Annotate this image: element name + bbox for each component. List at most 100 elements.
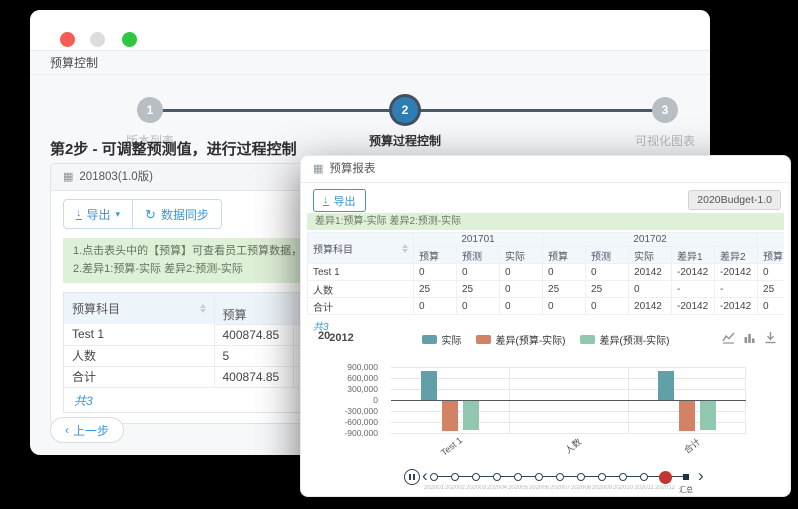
cell-value: -20142 (715, 264, 758, 281)
cell-value: 25 (457, 281, 500, 298)
version-panel-title: 201803(1.0版) (79, 171, 153, 183)
zoom-button[interactable] (122, 32, 137, 47)
pause-button[interactable] (404, 469, 420, 485)
chevron-down-icon: ▾ (116, 209, 121, 220)
y-tick: -900,000 (301, 428, 378, 438)
timeline-point[interactable] (556, 473, 564, 481)
gridline (391, 367, 746, 368)
previous-step-label: 上一步 (73, 422, 109, 439)
cell-value: 400874.85 (214, 366, 293, 387)
chart-bar (700, 401, 716, 430)
cell-value: 0 (457, 264, 500, 281)
timeline-point[interactable] (577, 473, 585, 481)
cell-value: 0 (543, 298, 586, 315)
column-header[interactable]: 预算 (543, 247, 586, 264)
report-header: ▦ 预算报表 (301, 156, 790, 183)
cell-value: 0 (414, 298, 457, 315)
timeline-point[interactable] (619, 473, 627, 481)
timeline-point[interactable] (514, 473, 522, 481)
cell-value: 25 (758, 281, 784, 298)
table-row: 合计 0 0 0 0 0 20142 -20142 -20142 0 (308, 298, 785, 315)
report-title: 预算报表 (329, 163, 375, 175)
version-badge[interactable]: 2020Budget-1.0 (688, 190, 781, 210)
download-icon: ↓ (323, 195, 329, 206)
column-header[interactable]: 差异2 (715, 247, 758, 264)
column-header[interactable]: 预测 (586, 247, 629, 264)
column-header[interactable]: 实际 (629, 247, 672, 264)
cell-value: 0 (500, 298, 543, 315)
chart-bar (658, 371, 674, 400)
chevron-left-icon: ‹ (65, 423, 69, 437)
y-axis-labels: 900,000 600,000 300,000 0 -300,000 -600,… (301, 367, 384, 433)
budget-report-window: ▦预算报表 ↓ 导出 2020Budget-1.0 差异1:预算-实际 差异2:… (300, 155, 791, 497)
bar-chart: 202012 实际 差异(预算-实际) 差异(预测-实际) 900,000 60… (301, 326, 790, 466)
timeline-point[interactable] (430, 473, 438, 481)
group-header-next (758, 233, 784, 247)
step-3-circle[interactable]: 3 (652, 97, 678, 123)
cell-subject: 人数 (64, 345, 214, 366)
cell-value: 5 (214, 345, 293, 366)
legend-item-diff-budget[interactable]: 差异(预算-实际) (476, 332, 566, 347)
legend-item-diff-forecast[interactable]: 差异(预测-实际) (580, 332, 670, 347)
download-icon: ↓ (76, 208, 82, 219)
timeline-point[interactable] (598, 473, 606, 481)
chart-bar (463, 401, 479, 430)
sort-icon (402, 244, 408, 253)
timeline-prev-icon[interactable]: ‹ (422, 466, 428, 486)
stepper: 1 2 3 版本列表 预算过程控制 可视化图表 (30, 76, 710, 138)
page-title: 预算控制 (30, 50, 710, 75)
table-grid-icon: ▦ (63, 171, 73, 183)
line-chart-icon[interactable] (722, 331, 735, 344)
step-1-circle[interactable]: 1 (137, 97, 163, 123)
legend-swatch-icon (476, 335, 491, 344)
column-header-budget[interactable]: 预算 (214, 305, 293, 324)
chart-legend: 实际 差异(预算-实际) 差异(预测-实际) (301, 332, 790, 347)
data-sync-button[interactable]: ↻ 数据同步 (132, 199, 222, 229)
cell-subject: 合计 (308, 298, 414, 315)
timeline-point-current[interactable] (659, 471, 672, 484)
chart-plot (391, 367, 746, 433)
column-header[interactable]: 预测 (457, 247, 500, 264)
cell-value: 400874.85 (214, 324, 293, 345)
timeline-point[interactable] (472, 473, 480, 481)
column-header[interactable]: 实际 (500, 247, 543, 264)
timeline-label: 汇总 (673, 485, 699, 495)
gridline (391, 389, 746, 390)
report-export-label: 导出 (334, 193, 356, 209)
legend-item-actual[interactable]: 实际 (422, 332, 462, 347)
y-tick: 600,000 (301, 373, 378, 383)
timeline-point[interactable] (493, 473, 501, 481)
timeline-point[interactable] (535, 473, 543, 481)
report-export-button[interactable]: ↓ 导出 (313, 189, 366, 212)
timeline-point[interactable] (451, 473, 459, 481)
cell-value: 0 (457, 298, 500, 315)
table-grid-icon: ▦ (313, 163, 323, 175)
column-header-subject[interactable]: 预算科目 (308, 233, 414, 264)
minimize-button[interactable] (90, 32, 105, 47)
y-tick: -600,000 (301, 417, 378, 427)
bar-chart-icon[interactable] (743, 331, 756, 344)
cell-value: 20142 (629, 298, 672, 315)
close-button[interactable] (60, 32, 75, 47)
toolbar-button-group: ↓ 导出 ▾ ↻ 数据同步 (63, 199, 222, 229)
y-tick: 900,000 (301, 362, 378, 372)
step-2-circle[interactable]: 2 (392, 97, 418, 123)
x-axis-line (391, 400, 746, 401)
timeline-point[interactable] (640, 473, 648, 481)
column-header[interactable]: 预算 (414, 247, 457, 264)
subject-header-label: 预算科目 (72, 300, 120, 317)
cell-value: 0 (586, 264, 629, 281)
export-button[interactable]: ↓ 导出 ▾ (63, 199, 133, 229)
timeline-next-icon[interactable]: › (698, 466, 704, 486)
timeline-point-summary[interactable] (683, 474, 689, 480)
column-header-subject[interactable]: 预算科目 (64, 293, 214, 324)
save-image-icon[interactable] (764, 331, 777, 344)
previous-step-button[interactable]: ‹ 上一步 (50, 417, 124, 443)
group-header-201702: 201702 (543, 233, 758, 247)
column-header[interactable]: 差异1 (672, 247, 715, 264)
cell-value: -20142 (672, 264, 715, 281)
gridline (391, 433, 746, 434)
cell-subject: 合计 (64, 366, 214, 387)
group-header-201701: 201701 (414, 233, 543, 247)
column-header[interactable]: 预算 (758, 247, 784, 264)
